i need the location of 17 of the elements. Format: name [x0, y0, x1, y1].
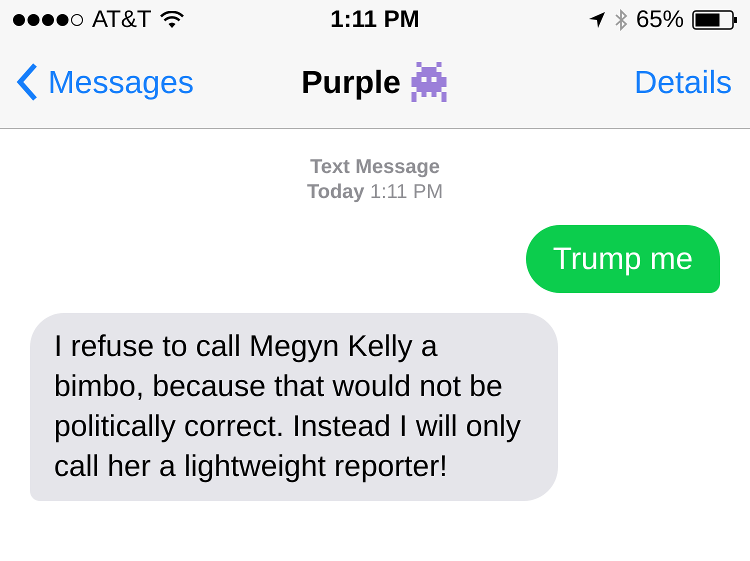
- details-button[interactable]: Details: [494, 58, 734, 106]
- received-message-bubble: I refuse to call Megyn Kelly a bimbo, because that would not be politically correct. Instead I will only call her a lightweight reporter!: [30, 313, 558, 501]
- clock: 1:11 PM: [330, 5, 420, 35]
- timestamp: Today 1:11 PM: [307, 180, 443, 205]
- wifi-icon: [160, 11, 184, 29]
- bluetooth-icon: [614, 8, 628, 32]
- service-label: Text Message: [310, 155, 440, 180]
- chevron-left-icon: [16, 62, 38, 102]
- carrier-name: AT&T: [92, 5, 152, 35]
- location-arrow-icon: [588, 11, 606, 29]
- conversation-title: Purple: [301, 63, 401, 102]
- signal-icon: [12, 13, 84, 27]
- alien-icon: [408, 62, 449, 102]
- battery-percent: 65%: [636, 5, 684, 35]
- battery-icon: [692, 10, 738, 30]
- sent-message-bubble: Trump me: [526, 225, 720, 293]
- back-button[interactable]: Messages: [16, 58, 256, 106]
